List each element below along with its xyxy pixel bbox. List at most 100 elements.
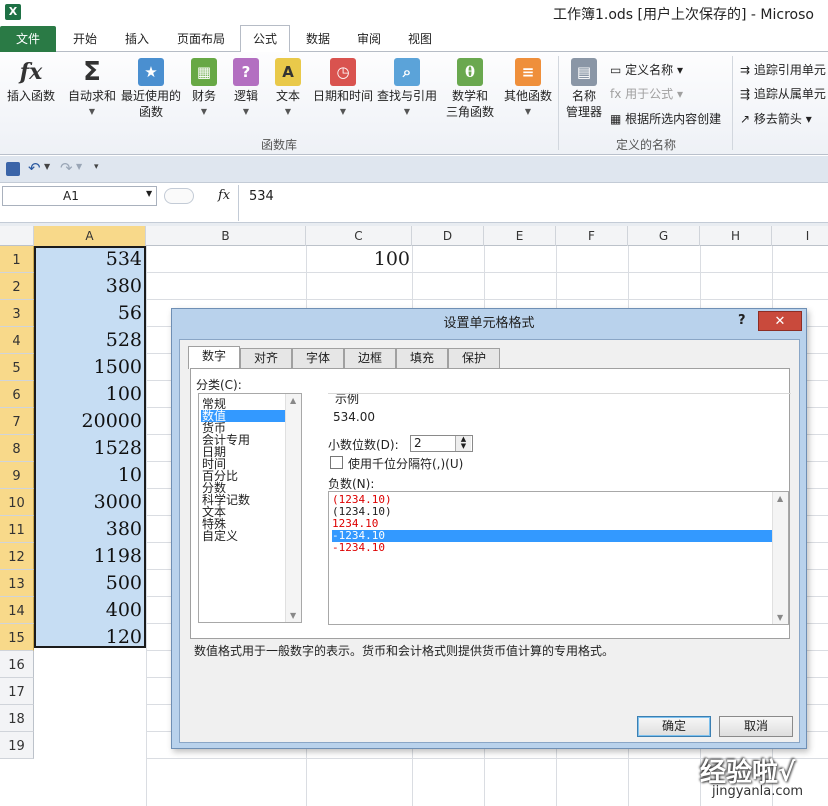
remove-arrows-button[interactable]: ↗ 移去箭头 ▾	[740, 110, 812, 127]
save-icon[interactable]	[6, 162, 20, 176]
negative-format-item[interactable]: (1234.10)	[332, 494, 772, 506]
cell-a15[interactable]: 120	[34, 624, 142, 651]
category-list[interactable]: 常规 数值 货币 会计专用 日期 时间 百分比 分数 科学记数 文本 特殊 自定义 ▲ ▼	[198, 393, 302, 623]
use-in-formula-button[interactable]: fx 用于公式 ▾	[610, 85, 683, 102]
scroll-up-icon[interactable]: ▲	[777, 494, 783, 503]
row-header[interactable]: 13	[0, 570, 34, 597]
tab-view[interactable]: 视图	[397, 26, 443, 52]
row-header[interactable]: 1	[0, 246, 34, 273]
cell-a6[interactable]: 100	[34, 381, 142, 408]
trace-precedents-button[interactable]: ⇉ 追踪引用单元	[740, 61, 826, 78]
help-icon[interactable]: ?	[738, 313, 746, 328]
tab-fill[interactable]: 填充	[396, 348, 448, 368]
ok-button[interactable]: 确定	[637, 716, 711, 737]
row-header[interactable]: 18	[0, 705, 34, 732]
tab-formulas[interactable]: 公式	[240, 25, 290, 53]
row-header[interactable]: 4	[0, 327, 34, 354]
row-header[interactable]: 14	[0, 597, 34, 624]
tab-data[interactable]: 数据	[295, 26, 341, 52]
negative-format-item[interactable]: 1234.10	[332, 518, 772, 530]
column-header[interactable]: A	[34, 226, 146, 246]
column-header[interactable]: I	[772, 226, 828, 246]
tab-review[interactable]: 审阅	[346, 26, 392, 52]
tab-number[interactable]: 数字	[188, 346, 240, 369]
cell-a1[interactable]: 534	[34, 246, 142, 273]
cell-a8[interactable]: 1528	[34, 435, 142, 462]
select-all-corner[interactable]	[0, 226, 34, 246]
insert-function-button[interactable]: fx 插入函数	[3, 56, 59, 104]
row-header[interactable]: 7	[0, 408, 34, 435]
insert-function-fx-icon[interactable]: fx	[218, 188, 230, 203]
scroll-down-icon[interactable]: ▼	[290, 611, 296, 620]
negative-numbers-list[interactable]: (1234.10) (1234.10) 1234.10 -1234.10 -1234.1…	[328, 491, 789, 625]
close-icon[interactable]: ✕	[758, 311, 802, 331]
negative-format-item[interactable]: -1234.10	[332, 530, 772, 542]
create-from-selection-button[interactable]: ▦ 根据所选内容创建	[610, 110, 721, 127]
column-header[interactable]: G	[628, 226, 700, 246]
cell-a11[interactable]: 380	[34, 516, 142, 543]
chevron-down-icon[interactable]: ▼	[76, 162, 82, 171]
row-header[interactable]: 8	[0, 435, 34, 462]
name-box[interactable]: A1	[2, 186, 157, 206]
row-header[interactable]: 15	[0, 624, 34, 651]
row-header[interactable]: 10	[0, 489, 34, 516]
cell-a4[interactable]: 528	[34, 327, 142, 354]
scroll-down-icon[interactable]: ▼	[777, 613, 783, 622]
tab-border[interactable]: 边框	[344, 348, 396, 368]
chevron-down-icon[interactable]: ▼	[146, 189, 152, 198]
row-header[interactable]: 5	[0, 354, 34, 381]
chevron-down-icon[interactable]: ▼	[44, 162, 50, 171]
column-header[interactable]: H	[700, 226, 772, 246]
cell-a2[interactable]: 380	[34, 273, 142, 300]
row-header[interactable]: 6	[0, 381, 34, 408]
spin-down-icon[interactable]: ▼	[461, 442, 466, 450]
logical-button[interactable]: ? 逻辑 ▼	[228, 56, 264, 120]
tab-file[interactable]: 文件	[0, 26, 56, 52]
date-time-button[interactable]: ◷ 日期和时间 ▼	[310, 56, 376, 120]
decimal-spinner[interactable]: ▲ ▼	[455, 436, 471, 451]
thousands-separator-checkbox[interactable]	[330, 456, 343, 469]
column-header[interactable]: C	[306, 226, 412, 246]
scroll-up-icon[interactable]: ▲	[290, 396, 296, 405]
row-header[interactable]: 19	[0, 732, 34, 759]
column-header[interactable]: E	[484, 226, 556, 246]
name-manager-button[interactable]: ▤ 名称 管理器	[562, 56, 606, 120]
excel-app-icon[interactable]: X	[5, 4, 21, 20]
row-header[interactable]: 2	[0, 273, 34, 300]
tab-alignment[interactable]: 对齐	[240, 348, 292, 368]
tab-insert[interactable]: 插入	[114, 26, 160, 52]
cell-a3[interactable]: 56	[34, 300, 142, 327]
cell-a10[interactable]: 3000	[34, 489, 142, 516]
customize-qat-icon[interactable]: ▾	[94, 162, 99, 172]
define-name-button[interactable]: ▭ 定义名称 ▾	[610, 61, 683, 78]
math-trig-button[interactable]: θ 数学和 三角函数	[440, 56, 500, 120]
tab-protection[interactable]: 保护	[448, 348, 500, 368]
formula-bar-resize-handle[interactable]	[164, 188, 194, 204]
text-button[interactable]: A 文本 ▼	[270, 56, 306, 120]
column-header[interactable]: D	[412, 226, 484, 246]
cell-a7[interactable]: 20000	[34, 408, 142, 435]
recently-used-button[interactable]: ★ 最近使用的 函数	[120, 56, 182, 120]
negative-list-scrollbar[interactable]: ▲ ▼	[772, 492, 788, 624]
column-header[interactable]: F	[556, 226, 628, 246]
cell-a12[interactable]: 1198	[34, 543, 142, 570]
financial-button[interactable]: ▦ 财务 ▼	[186, 56, 222, 120]
row-header[interactable]: 9	[0, 462, 34, 489]
column-header[interactable]: B	[146, 226, 306, 246]
trace-dependents-button[interactable]: ⇶ 追踪从属单元	[740, 85, 826, 102]
undo-icon[interactable]: ↶	[28, 159, 41, 177]
cell-a14[interactable]: 400	[34, 597, 142, 624]
tab-home[interactable]: 开始	[62, 26, 108, 52]
cancel-button[interactable]: 取消	[719, 716, 793, 737]
category-scrollbar[interactable]: ▲ ▼	[285, 394, 301, 622]
negative-format-item[interactable]: (1234.10)	[332, 506, 772, 518]
category-item[interactable]: 自定义	[202, 530, 238, 542]
cell-a9[interactable]: 10	[34, 462, 142, 489]
cell-a5[interactable]: 1500	[34, 354, 142, 381]
tab-page-layout[interactable]: 页面布局	[167, 26, 235, 52]
lookup-reference-button[interactable]: ⌕ 查找与引用 ▼	[376, 56, 438, 120]
row-header[interactable]: 12	[0, 543, 34, 570]
row-header[interactable]: 17	[0, 678, 34, 705]
row-header[interactable]: 3	[0, 300, 34, 327]
cell-c1[interactable]: 100	[306, 246, 410, 273]
